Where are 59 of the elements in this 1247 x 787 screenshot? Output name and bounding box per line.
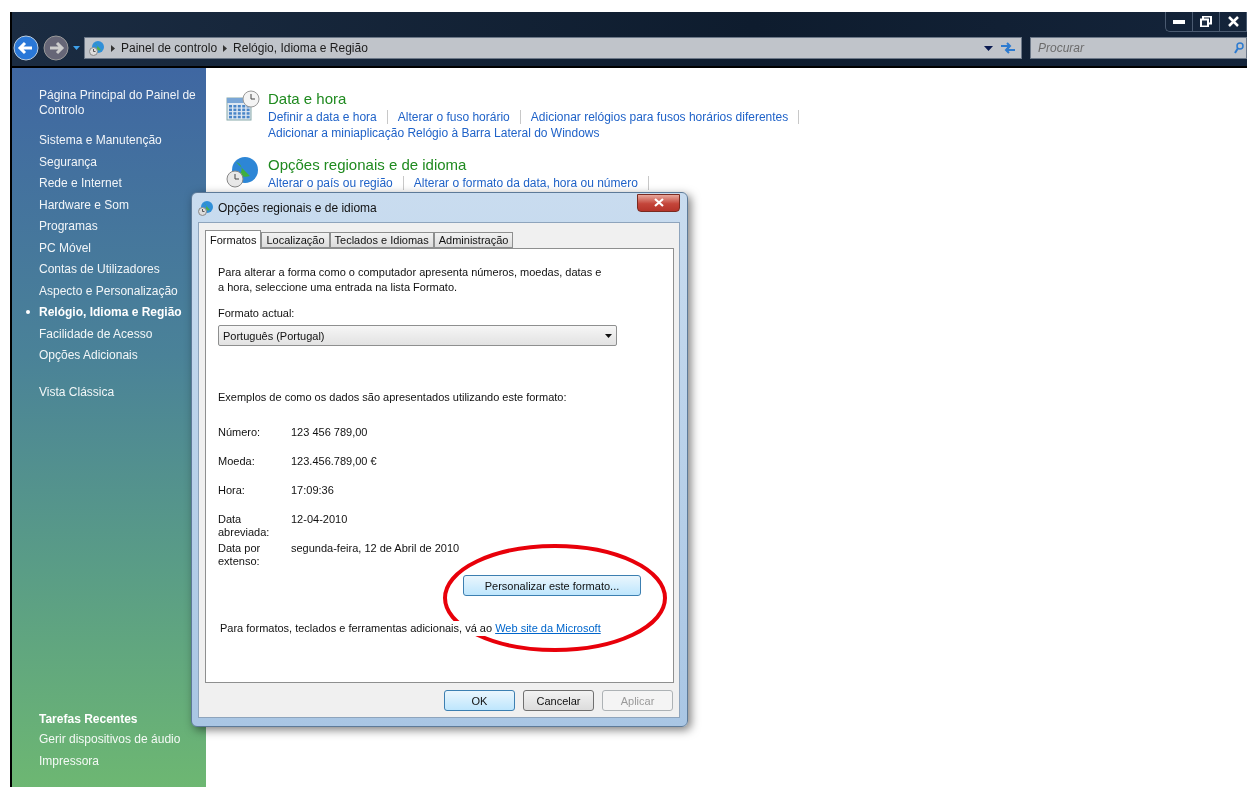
tab[interactable]: Teclados e Idiomas — [329, 232, 434, 248]
dropdown-caret-icon[interactable] — [984, 45, 993, 51]
tab[interactable]: Localização — [261, 232, 330, 248]
address-bar[interactable]: Painel de controlo Relógio, Idioma e Região — [84, 37, 1022, 59]
sidebar-item[interactable]: Sistema e Manutenção — [26, 133, 196, 148]
tab[interactable]: Formatos — [205, 230, 262, 249]
example-value: 17:09:36 — [291, 484, 334, 498]
example-label: Data abreviada: — [218, 513, 271, 540]
tab[interactable]: Administração — [433, 232, 514, 248]
close-button[interactable] — [637, 193, 680, 212]
dropdown-caret-icon[interactable] — [73, 46, 80, 50]
intro-text: Para alterar a forma como o computador apresenta números, moedas, datas e a hora, seleccione uma entrada na lista Formato. — [218, 265, 603, 295]
example-value: 123 456 789,00 — [291, 426, 368, 440]
task-link[interactable]: Alterar o país ou região — [268, 176, 404, 190]
dialog-title: Opções regionais e de idioma — [218, 200, 378, 215]
restore-icon — [1200, 16, 1212, 27]
sidebar-item[interactable]: Rede e Internet — [26, 176, 196, 191]
close-icon — [653, 198, 664, 207]
example-value: 123.456.789,00 € — [291, 455, 377, 469]
task-link[interactable]: Adicionar relógios para fusos horários diferentes — [530, 110, 800, 124]
example-label: Hora: — [218, 484, 246, 498]
task-link[interactable]: Definir a data e hora — [268, 110, 388, 124]
section-title[interactable]: Opções regionais e de idioma — [268, 156, 467, 173]
globe-clock-icon — [198, 199, 214, 216]
customize-button[interactable]: Personalizar este formato... — [463, 575, 641, 596]
task-link[interactable]: Adicionar a miniaplicação Relógio à Barra Lateral do Windows — [268, 126, 610, 140]
globe-clock-icon — [89, 40, 105, 56]
recent-tasks-title: Tarefas Recentes — [39, 712, 139, 726]
section-title[interactable]: Data e hora — [268, 90, 347, 107]
breadcrumb[interactable]: Relógio, Idioma e Região — [233, 41, 368, 55]
close-icon — [1227, 16, 1239, 27]
sidebar-item[interactable]: Segurança — [26, 154, 196, 170]
example-label: Moeda: — [218, 455, 256, 469]
search-field[interactable]: Procurar — [1036, 40, 1234, 56]
dialog-button[interactable]: Cancelar — [523, 690, 594, 711]
example-label: Número: — [218, 426, 262, 440]
task-link[interactable]: Alterar o fuso horário — [397, 110, 521, 124]
chevron-icon[interactable] — [223, 44, 228, 52]
globe-clock-icon — [226, 156, 260, 188]
sidebar-item[interactable]: Relógio, Idioma e Região — [26, 305, 196, 320]
footer-text: Para formatos, teclados e ferramentas adicionais, vá ao Web site da Microsoft — [220, 621, 601, 636]
dialog-button[interactable]: OK — [444, 690, 515, 711]
example-value: 12-04-2010 — [291, 513, 348, 527]
format-label: Formato actual: — [218, 306, 296, 321]
search-bar[interactable]: Procurar — [1030, 37, 1247, 59]
web-link[interactable]: Web site da Microsoft — [495, 622, 601, 634]
sidebar-item[interactable]: Página Principal do Painel de Controlo — [26, 88, 196, 118]
minimize-icon — [1173, 19, 1185, 24]
breadcrumb[interactable]: Painel de controlo — [121, 41, 218, 55]
example-label: Data por extenso: — [218, 542, 262, 569]
chevron-icon[interactable] — [111, 44, 115, 52]
forward-button[interactable] — [43, 35, 69, 61]
format-dropdown[interactable]: Português (Portugal) — [218, 325, 617, 346]
calendar-clock-icon — [226, 90, 260, 122]
back-button[interactable] — [13, 35, 39, 61]
examples-label: Exemplos de como os dados são apresentados utilizando este formato: — [218, 390, 568, 405]
dropdown-caret-icon — [605, 333, 612, 338]
task-link[interactable]: Alterar o formato da data, hora ou número — [413, 176, 649, 190]
example-value: segunda-feira, 12 de Abril de 2010 — [291, 542, 460, 556]
